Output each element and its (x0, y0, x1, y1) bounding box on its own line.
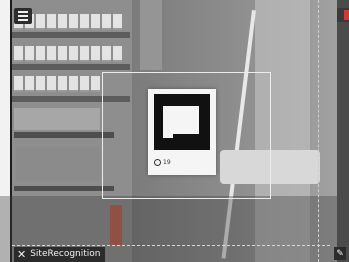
clock-icon (154, 159, 161, 166)
din-rail (12, 64, 130, 70)
cable-duct (140, 0, 162, 70)
breaker-row (14, 76, 100, 92)
marker-pattern (154, 94, 210, 150)
camera-viewport: 19 (0, 0, 349, 262)
edit-pencil-icon: ✎ (336, 248, 344, 259)
din-rail (14, 132, 114, 138)
right-edge (337, 0, 349, 262)
fiducial-marker: 19 (148, 89, 216, 175)
din-rail (12, 32, 130, 38)
terminal-block (14, 108, 100, 130)
guide-line-horizontal (12, 245, 330, 246)
app-title-bar[interactable]: ✕ SiteRecognition (14, 247, 105, 262)
window-close-button[interactable] (337, 8, 349, 22)
edit-button[interactable]: ✎ (334, 247, 346, 260)
close-x-icon[interactable]: ✕ (17, 249, 26, 260)
marker-caption: 19 (154, 159, 171, 166)
marker-id: 19 (163, 159, 171, 166)
guide-line-vertical (318, 0, 319, 262)
app-name: SiteRecognition (30, 249, 101, 259)
breaker-row (14, 46, 122, 62)
menu-button[interactable] (14, 8, 32, 24)
terminal-block (16, 146, 100, 182)
din-rail (14, 186, 114, 191)
hamburger-menu-icon (18, 11, 28, 13)
